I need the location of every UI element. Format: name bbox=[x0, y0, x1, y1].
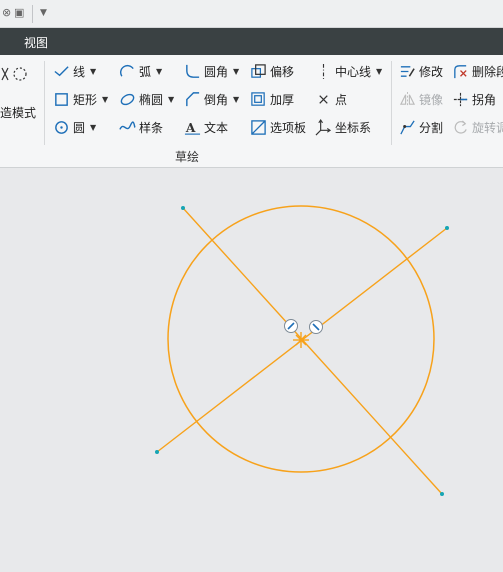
rectangle-dropdown-icon[interactable]: ▼ bbox=[102, 95, 108, 104]
divide-button[interactable]: 分割 bbox=[398, 116, 443, 138]
centerline-button[interactable]: 中心线 ▼ bbox=[314, 60, 382, 82]
sketch-view[interactable] bbox=[0, 169, 503, 568]
palette-button[interactable]: 选项板 bbox=[249, 116, 306, 138]
line-1-end-point[interactable] bbox=[440, 492, 444, 496]
coordinate-system-icon bbox=[314, 118, 332, 136]
chamfer-label: 倒角 bbox=[204, 92, 229, 107]
palette-icon bbox=[249, 118, 267, 136]
text-button[interactable]: A 文本 bbox=[183, 116, 228, 138]
rectangle-label: 矩形 bbox=[73, 92, 98, 107]
rectangle-button[interactable]: 矩形 ▼ bbox=[52, 88, 108, 110]
offset-label: 偏移 bbox=[270, 64, 295, 79]
chamfer-icon bbox=[183, 90, 201, 108]
line-button[interactable]: 线 ▼ bbox=[52, 60, 96, 82]
centerline-label: 中心线 bbox=[335, 64, 372, 79]
fillet-dropdown-icon[interactable]: ▼ bbox=[233, 67, 239, 76]
toolbar-divider bbox=[32, 5, 33, 23]
centerline-icon bbox=[314, 62, 332, 80]
thicken-label: 加厚 bbox=[270, 92, 295, 107]
arc-button[interactable]: 弧 ▼ bbox=[118, 60, 162, 82]
line-1-start-point[interactable] bbox=[181, 206, 185, 210]
delete-segment-icon bbox=[451, 62, 469, 80]
fillet-button[interactable]: 圆角 ▼ bbox=[183, 60, 239, 82]
ribbon-divider bbox=[44, 61, 45, 145]
customize-dropdown-icon[interactable]: ▼ bbox=[40, 8, 47, 18]
text-icon: A bbox=[183, 118, 201, 136]
construction-mode-button[interactable]: 造模式 bbox=[0, 101, 36, 123]
constraint-perpendicular-icon[interactable] bbox=[309, 320, 323, 334]
windows-icon[interactable]: ▣ bbox=[14, 6, 24, 19]
line-icon bbox=[52, 62, 70, 80]
mirror-button[interactable]: 镜像 bbox=[398, 88, 443, 110]
group-label-sketch: 草绘 bbox=[175, 150, 200, 164]
offset-button[interactable]: 偏移 bbox=[249, 60, 294, 82]
chamfer-dropdown-icon[interactable]: ▼ bbox=[233, 95, 239, 104]
menu-bar: 视图 bbox=[0, 28, 503, 55]
construction-mode-label: 造模式 bbox=[0, 105, 37, 120]
divide-label: 分割 bbox=[419, 120, 444, 135]
fillet-icon bbox=[183, 62, 201, 80]
spline-icon bbox=[118, 118, 136, 136]
point-button[interactable]: 点 bbox=[314, 88, 347, 110]
ribbon-divider bbox=[391, 61, 392, 145]
line-label: 线 bbox=[73, 64, 86, 79]
ellipse-button[interactable]: 椭圆 ▼ bbox=[118, 88, 174, 110]
corner-button[interactable]: 拐角 bbox=[451, 88, 496, 110]
modify-icon bbox=[398, 62, 416, 80]
mirror-icon bbox=[398, 90, 416, 108]
point-icon bbox=[314, 90, 332, 108]
modify-button[interactable]: 修改 bbox=[398, 60, 443, 82]
fillet-label: 圆角 bbox=[204, 64, 229, 79]
ribbon: 造模式 线 ▼ 矩形 ▼ 圆 ▼ 弧 ▼ 椭圆 ▼ 样条 圆角 ▼ 倒角 ▼ A… bbox=[0, 55, 503, 168]
point-label: 点 bbox=[335, 92, 348, 107]
circle-label: 圆 bbox=[73, 120, 86, 135]
construction-mode-icon[interactable] bbox=[0, 58, 30, 98]
palette-label: 选项板 bbox=[270, 120, 307, 135]
text-label: 文本 bbox=[204, 120, 229, 135]
delete-segment-label: 删除段 bbox=[472, 64, 503, 79]
delete-segment-button[interactable]: 删除段 bbox=[451, 60, 503, 82]
rotate-resize-button[interactable]: 旋转调 bbox=[451, 116, 503, 138]
tab-view[interactable]: 视图 bbox=[24, 34, 48, 51]
rotate-resize-icon bbox=[451, 118, 469, 136]
quick-access-toolbar: ⊗ ▣ ▼ bbox=[0, 0, 503, 28]
chamfer-button[interactable]: 倒角 ▼ bbox=[183, 88, 239, 110]
modify-label: 修改 bbox=[419, 64, 444, 79]
close-window-icon[interactable]: ⊗ bbox=[2, 6, 11, 19]
constraint-parallel-icon[interactable] bbox=[284, 319, 298, 333]
spline-button[interactable]: 样条 bbox=[118, 116, 163, 138]
rectangle-icon bbox=[52, 90, 70, 108]
corner-label: 拐角 bbox=[472, 92, 497, 107]
centerline-dropdown-icon[interactable]: ▼ bbox=[376, 67, 382, 76]
rotate-resize-label: 旋转调 bbox=[472, 120, 503, 135]
coordinate-system-label: 坐标系 bbox=[335, 120, 372, 135]
coordinate-system-button[interactable]: 坐标系 bbox=[314, 116, 371, 138]
thicken-button[interactable]: 加厚 bbox=[249, 88, 294, 110]
ellipse-dropdown-icon[interactable]: ▼ bbox=[168, 95, 174, 104]
divide-icon bbox=[398, 118, 416, 136]
circle-dropdown-icon[interactable]: ▼ bbox=[90, 123, 96, 132]
spline-label: 样条 bbox=[139, 120, 164, 135]
circle-button[interactable]: 圆 ▼ bbox=[52, 116, 96, 138]
line-2-start-point[interactable] bbox=[155, 450, 159, 454]
circle-icon bbox=[52, 118, 70, 136]
arc-dropdown-icon[interactable]: ▼ bbox=[156, 67, 162, 76]
offset-icon bbox=[249, 62, 267, 80]
arc-label: 弧 bbox=[139, 64, 152, 79]
sketch-line-1[interactable] bbox=[182, 207, 443, 495]
graphics-canvas[interactable] bbox=[0, 169, 503, 568]
corner-icon bbox=[451, 90, 469, 108]
ellipse-icon bbox=[118, 90, 136, 108]
arc-icon bbox=[118, 62, 136, 80]
mirror-label: 镜像 bbox=[419, 92, 444, 107]
line-dropdown-icon[interactable]: ▼ bbox=[90, 67, 96, 76]
thicken-icon bbox=[249, 90, 267, 108]
svg-text:A: A bbox=[184, 120, 195, 135]
line-2-end-point[interactable] bbox=[445, 226, 449, 230]
ellipse-label: 椭圆 bbox=[139, 92, 164, 107]
